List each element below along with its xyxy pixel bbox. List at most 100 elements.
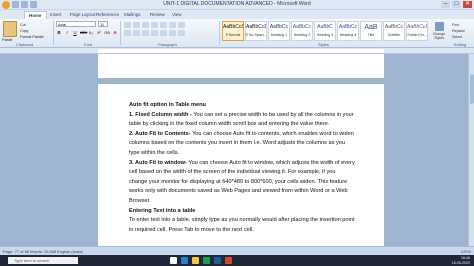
doc-paragraph-2: 2. Auto Fit to Contents- You can choose … <box>129 130 355 159</box>
numbering-icon[interactable] <box>133 22 140 28</box>
doc-p2-lead: 2. Auto Fit to Contents- <box>129 130 191 137</box>
editing-group-label: Editing <box>454 42 467 47</box>
line-spacing-icon[interactable] <box>160 30 167 36</box>
style-name: ¶ No Spaci... <box>246 33 267 37</box>
styles-gallery: AaBbCcDc ¶ Normal AaBbCcDc ¶ No Spaci...… <box>222 21 428 41</box>
style-subtitle[interactable]: AaBbCc Subtitle <box>383 21 405 41</box>
tab-home[interactable]: Home <box>24 11 47 19</box>
tab-references[interactable]: References <box>92 11 123 19</box>
bold-button[interactable]: B <box>56 30 62 36</box>
style-name: Subtitle <box>388 33 400 37</box>
style-heading-2[interactable]: AaBbCc Heading 2 <box>291 21 313 41</box>
shading-icon[interactable] <box>169 30 176 36</box>
doc-heading-2: Entering Text into a table <box>129 207 196 214</box>
sort-icon[interactable] <box>169 22 176 28</box>
ribbon-tabs: Home Insert Page Layout References Maili… <box>0 10 474 19</box>
bullets-icon[interactable] <box>124 22 131 28</box>
paragraph-align-buttons <box>124 30 185 36</box>
borders-icon[interactable] <box>178 30 185 36</box>
decrease-indent-icon[interactable] <box>151 22 158 28</box>
tab-mailings[interactable]: Mailings <box>120 11 145 19</box>
underline-button[interactable]: U <box>72 30 78 36</box>
os-taskbar: Type here to search 18:46 18-06-2020 <box>0 255 474 266</box>
font-format-buttons: B I U abc x₂ x² Aa A <box>56 30 118 36</box>
style-subtle-emphasis[interactable]: AaBbCcDc Subtle Em... <box>406 21 428 41</box>
document-page[interactable]: Auto fit option in Table menu 1. Fixed C… <box>98 84 384 255</box>
style-heading-3[interactable]: AaBbC Heading 3 <box>314 21 336 41</box>
vertical-scrollbar[interactable] <box>468 54 474 255</box>
status-bar: Page: 77 of 96 Words: 10,368 English (In… <box>0 246 474 255</box>
style-heading-4[interactable]: AaBbCc Heading 4 <box>337 21 359 41</box>
taskbar-app-icon[interactable] <box>170 257 177 264</box>
doc-p3-lead: 3. Auto Fit to window- <box>129 159 187 166</box>
scrollbar-thumb[interactable] <box>470 74 474 104</box>
align-center-icon[interactable] <box>133 30 140 36</box>
document-canvas: Auto fit option in Table menu 1. Fixed C… <box>0 54 474 255</box>
tab-review[interactable]: Review <box>146 11 169 19</box>
window-title: UNIT-1 DIGITAL DOCUMENTATION ADVANCED - … <box>163 1 311 7</box>
superscript-button[interactable]: x² <box>96 30 102 36</box>
minimize-button[interactable]: – <box>441 1 450 8</box>
clipboard-commands: Cut Copy Format Painter <box>20 22 44 40</box>
multilevel-list-icon[interactable] <box>142 22 149 28</box>
taskbar-app-icon[interactable] <box>214 257 221 264</box>
maximize-button[interactable]: □ <box>452 1 461 8</box>
format-painter-button[interactable]: Format Painter <box>20 34 44 40</box>
change-styles-icon <box>434 22 444 31</box>
ruler-text-area <box>98 49 384 53</box>
change-case-button[interactable]: Aa <box>104 30 110 36</box>
paste-icon[interactable] <box>3 21 17 37</box>
group-divider <box>219 21 220 45</box>
document-body[interactable]: Auto fit option in Table menu 1. Fixed C… <box>129 101 355 235</box>
tab-view[interactable]: View <box>168 11 186 19</box>
style-sample: AaBbCcDc <box>246 24 266 30</box>
style-normal[interactable]: AaBbCcDc ¶ Normal <box>222 21 244 41</box>
style-sample: AaBbCc <box>338 24 358 30</box>
taskbar-apps <box>170 257 232 264</box>
clipboard-group-label: Clipboard <box>16 42 34 47</box>
style-name: Title <box>367 33 375 37</box>
style-sample: AaB <box>364 24 378 31</box>
tab-insert[interactable]: Insert <box>46 11 65 19</box>
align-right-icon[interactable] <box>142 30 149 36</box>
style-sample: AaBbCcDc <box>223 24 243 30</box>
style-no-spacing[interactable]: AaBbCcDc ¶ No Spaci... <box>245 21 267 41</box>
style-sample: AaBbCc <box>384 24 404 30</box>
justify-icon[interactable] <box>151 30 158 36</box>
style-title[interactable]: AaB Title <box>360 21 382 41</box>
doc-paragraph-3: 3. Auto Fit to window- You can choose Au… <box>129 159 355 207</box>
font-group-label: Font <box>84 42 93 47</box>
style-sample: AaBbCc <box>292 24 312 30</box>
style-name: Heading 2 <box>293 33 311 37</box>
taskbar-search-input[interactable]: Type here to search <box>8 257 78 264</box>
style-sample: AaBbC <box>317 24 333 30</box>
align-left-icon[interactable] <box>124 30 131 36</box>
clock-date: 18-06-2020 <box>451 260 470 265</box>
change-styles-label: Change Styles <box>432 32 446 40</box>
select-button[interactable]: Select <box>452 34 465 40</box>
style-name: Subtle Em... <box>407 33 427 37</box>
doc-p3-text: You can choose Auto fit to window, which… <box>129 159 355 204</box>
ribbon-home: Paste Cut Copy Format Painter Clipboard … <box>0 19 474 48</box>
show-marks-icon[interactable] <box>178 22 185 28</box>
font-name-dropdown[interactable]: Arial <box>56 21 96 27</box>
doc-heading: Auto fit option in Table menu <box>129 102 206 108</box>
taskbar-app-icon[interactable] <box>203 257 210 264</box>
font-color-button[interactable]: A <box>112 30 118 36</box>
paste-button-label[interactable]: Paste <box>2 37 12 42</box>
paragraph-group-label: Paragraph <box>158 42 177 47</box>
taskbar-app-icon[interactable] <box>225 257 232 264</box>
styles-group-label: Styles <box>318 42 329 47</box>
style-heading-1[interactable]: AaBbCc Heading 1 <box>268 21 290 41</box>
taskbar-app-icon[interactable] <box>192 257 199 264</box>
taskbar-app-icon[interactable] <box>181 257 188 264</box>
taskbar-clock[interactable]: 18:46 18-06-2020 <box>452 256 470 265</box>
strikethrough-button[interactable]: abc <box>80 30 87 36</box>
increase-indent-icon[interactable] <box>160 22 167 28</box>
subscript-button[interactable]: x₂ <box>88 30 94 36</box>
change-styles-button[interactable]: Change Styles <box>430 21 448 41</box>
font-size-dropdown[interactable]: 11 <box>98 21 108 27</box>
close-button[interactable]: ✕ <box>463 1 472 8</box>
style-name: Heading 3 <box>316 33 334 37</box>
italic-button[interactable]: I <box>64 30 70 36</box>
